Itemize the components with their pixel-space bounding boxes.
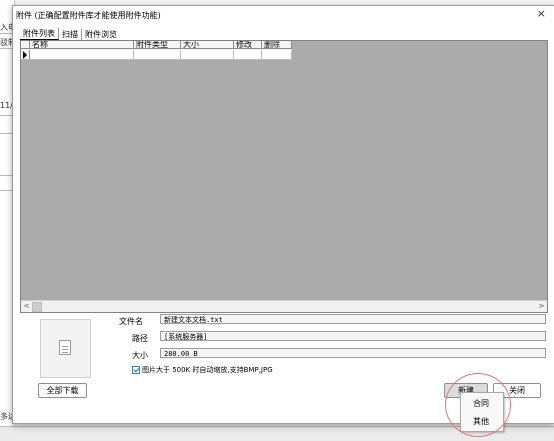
column-header-modify[interactable]: 修改 <box>234 41 262 49</box>
table-cell[interactable] <box>234 50 262 60</box>
filename-field[interactable]: 新建文本文档.txt <box>160 314 546 324</box>
column-header-type[interactable]: 附件类型 <box>134 41 181 49</box>
table-cell[interactable] <box>262 50 292 60</box>
row-indicator-header <box>21 41 30 49</box>
new-dropdown-menu: 合同 其他 <box>460 392 504 432</box>
table-cell[interactable] <box>134 50 181 60</box>
filename-label: 文件名 <box>119 317 143 326</box>
dialog-titlebar[interactable]: 附件 (正确配置附件库才能使用附件功能) × <box>13 6 554 24</box>
size-label: 大小 <box>132 351 148 360</box>
attachment-grid[interactable]: 名称 附件类型 大小 修改 删除 < > <box>20 40 548 313</box>
menu-item-other[interactable]: 其他 <box>461 415 501 429</box>
table-cell[interactable] <box>30 50 134 60</box>
horizontal-scrollbar[interactable]: < > <box>21 300 547 312</box>
dialog-title: 附件 (正确配置附件库才能使用附件功能) <box>16 11 161 20</box>
tab-scan[interactable]: 扫描 <box>59 29 82 40</box>
auto-scale-label: 图片大于 500K 时自动缩放,支持BMP,JPG <box>142 366 273 374</box>
background-text-fragment: 11/ <box>0 101 13 110</box>
table-cell[interactable] <box>181 50 234 60</box>
auto-scale-option[interactable]: 图片大于 500K 时自动缩放,支持BMP,JPG <box>132 365 273 375</box>
size-field[interactable]: 280.00 B <box>160 348 546 358</box>
column-header-size[interactable]: 大小 <box>181 41 234 49</box>
tab-attachment-list[interactable]: 附件列表 <box>20 28 59 40</box>
current-row-arrow-icon <box>23 51 27 59</box>
file-preview <box>40 319 91 378</box>
table-row[interactable] <box>21 50 292 60</box>
close-icon[interactable]: × <box>537 8 546 20</box>
column-header-delete[interactable]: 删除 <box>262 41 292 49</box>
row-indicator <box>21 50 30 60</box>
download-all-button[interactable]: 全部下载 <box>38 383 87 398</box>
column-header-name[interactable]: 名称 <box>30 41 134 49</box>
path-field[interactable]: [系统服务器] <box>160 331 546 341</box>
path-label: 路径 <box>132 334 148 343</box>
tab-attachment-browse[interactable]: 附件浏览 <box>82 29 120 40</box>
document-icon <box>59 340 71 355</box>
attachment-dialog: 附件 (正确配置附件库才能使用附件功能) × 附件列表 扫描 附件浏览 名称 附… <box>12 5 554 424</box>
scroll-right-icon[interactable]: > <box>537 302 546 311</box>
grid-header: 名称 附件类型 大小 修改 删除 <box>21 41 292 50</box>
auto-scale-checkbox[interactable] <box>132 366 140 374</box>
scroll-left-icon[interactable]: < <box>22 302 31 311</box>
scrollbar-thumb[interactable] <box>32 302 42 312</box>
tab-bar: 附件列表 扫描 附件浏览 <box>20 28 120 40</box>
menu-item-contract[interactable]: 合同 <box>461 397 501 411</box>
